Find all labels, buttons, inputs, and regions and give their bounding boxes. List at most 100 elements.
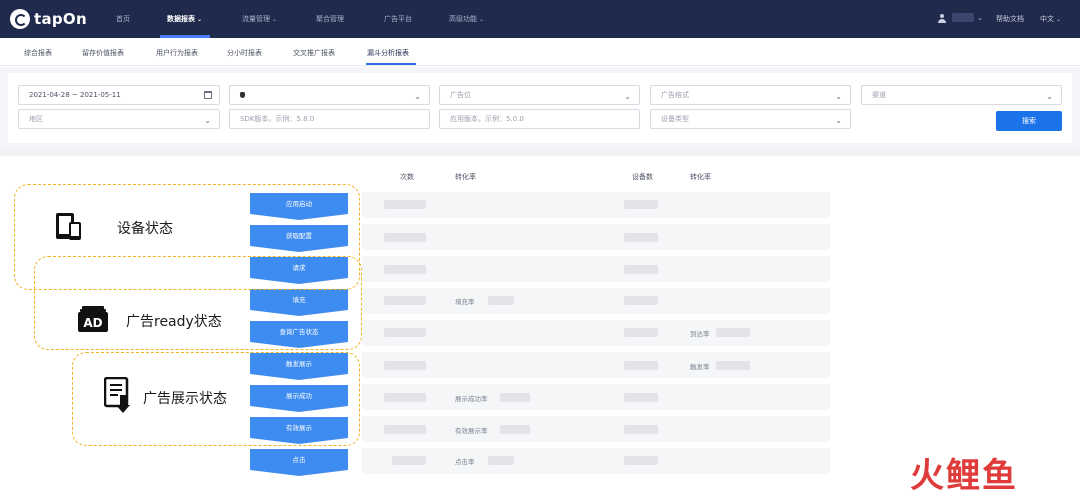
redacted-value	[624, 393, 658, 402]
chevron-down-icon: ⌄	[1056, 16, 1062, 23]
date-range-picker[interactable]: 2021-04-28 ~ 2021-05-11	[18, 85, 220, 105]
redacted-value	[488, 456, 514, 465]
device-status-label: 设备状态	[117, 221, 173, 237]
redacted-value	[384, 265, 426, 274]
tab-cross-promotion-report[interactable]: 交叉推广报表	[293, 48, 335, 58]
redacted-value	[384, 200, 426, 209]
ad-ready-status-label: 广告ready状态	[126, 314, 222, 330]
step-click: 点击	[250, 449, 348, 476]
redacted-value	[384, 393, 426, 402]
language-selector[interactable]: 中文 ⌄	[1040, 14, 1061, 24]
chevron-down-icon: ⌄	[272, 16, 278, 23]
search-button[interactable]: 搜索	[996, 111, 1062, 131]
fill-rate-label: 填充率	[455, 298, 475, 306]
column-header-count: 次数	[400, 173, 414, 181]
platform-select[interactable]: ⌄	[229, 85, 430, 105]
region-select[interactable]: 地区 ⌄	[18, 109, 220, 129]
watermark-logo: 火鲤鱼	[910, 456, 1018, 494]
tab-funnel-analysis-report[interactable]: 漏斗分析报表	[367, 48, 409, 58]
chevron-down-icon: ⌄	[624, 92, 631, 101]
placement-select[interactable]: 广告位 ⌄	[439, 85, 640, 105]
tapon-logo-icon	[10, 9, 30, 29]
nav-item-home[interactable]: 首页	[116, 14, 130, 24]
calendar-icon	[204, 91, 212, 99]
redacted-value	[500, 393, 530, 402]
ad-icon: AD	[78, 306, 108, 332]
sdk-version-input[interactable]: SDK版本，示例：5.8.0	[229, 109, 430, 129]
date-range-value: 2021-04-28 ~ 2021-05-11	[29, 91, 121, 99]
apple-icon	[240, 92, 245, 98]
nav-item-advanced-label: 高级功能	[449, 15, 477, 23]
redacted-value	[384, 328, 426, 337]
sdk-version-placeholder: SDK版本，示例：5.8.0	[240, 115, 315, 123]
brand-logo[interactable]: tapOn	[10, 9, 87, 29]
chevron-down-icon: ⌄	[197, 16, 203, 23]
tab-retention-value-report[interactable]: 留存价值报表	[82, 48, 124, 58]
sub-tab-active-indicator	[366, 63, 416, 65]
account-name-redacted[interactable]	[952, 13, 974, 22]
device-type-placeholder: 设备类型	[661, 115, 689, 123]
language-label: 中文	[1040, 15, 1054, 23]
nav-item-advanced[interactable]: 高级功能 ⌄	[449, 14, 484, 24]
ad-ready-status-group	[34, 256, 362, 350]
column-header-conversion-rate: 转化率	[455, 173, 476, 181]
redacted-value	[384, 296, 426, 305]
redacted-value	[384, 233, 426, 242]
svg-text:AD: AD	[83, 316, 102, 330]
table-row	[362, 320, 830, 346]
section-divider	[0, 149, 1080, 156]
filter-panel	[8, 73, 1072, 143]
device-type-select[interactable]: 设备类型 ⌄	[650, 109, 851, 129]
top-navigation-bar: tapOn 首页 数据报表 ⌄ 流量管理 ⌄ 聚合管理 广告平台 高级功能 ⌄ ⌄ 帮…	[0, 0, 1080, 38]
redacted-value	[716, 328, 750, 337]
trigger-rate-label: 触发率	[690, 363, 710, 371]
redacted-value	[500, 425, 530, 434]
ad-display-status-label: 广告展示状态	[143, 391, 227, 407]
account-dropdown-caret[interactable]: ⌄	[977, 14, 983, 22]
tab-user-behavior-report[interactable]: 用户行为报表	[156, 48, 198, 58]
redacted-value	[384, 361, 426, 370]
column-header-device-conversion-rate: 转化率	[690, 173, 711, 181]
nav-item-reports-label: 数据报表	[167, 15, 195, 23]
app-version-placeholder: 应用版本，示例：5.0.0	[450, 115, 524, 123]
app-version-input[interactable]: 应用版本，示例：5.0.0	[439, 109, 640, 129]
report-sub-tabs: 综合报表 留存价值报表 用户行为报表 分小时报表 交叉推广报表 漏斗分析报表	[0, 38, 1080, 66]
channel-placeholder: 渠道	[872, 91, 886, 99]
table-row	[362, 352, 830, 378]
channel-select[interactable]: 渠道 ⌄	[861, 85, 1062, 105]
nav-item-traffic-label: 流量管理	[242, 15, 270, 23]
column-header-device-count: 设备数	[632, 173, 653, 181]
redacted-value	[624, 296, 658, 305]
chevron-down-icon: ⌄	[835, 116, 842, 125]
help-docs-link[interactable]: 帮助文档	[996, 14, 1024, 24]
table-row	[362, 288, 830, 314]
table-row	[362, 384, 830, 410]
funnel-report-page: tapOn 首页 数据报表 ⌄ 流量管理 ⌄ 聚合管理 广告平台 高级功能 ⌄ ⌄ 帮…	[0, 0, 1080, 494]
nav-item-traffic[interactable]: 流量管理 ⌄	[242, 14, 277, 24]
click-rate-label: 点击率	[455, 458, 475, 466]
region-placeholder: 地区	[29, 115, 43, 123]
redacted-value	[716, 361, 750, 370]
user-icon[interactable]	[938, 14, 946, 23]
nav-item-ad-platform[interactable]: 广告平台	[384, 14, 412, 24]
valid-show-rate-label: 有效展示率	[455, 427, 488, 435]
redacted-value	[384, 425, 426, 434]
ad-display-icon	[104, 377, 130, 413]
reach-rate-label: 到达率	[690, 330, 710, 338]
nav-item-reports[interactable]: 数据报表 ⌄	[167, 14, 202, 24]
tab-hourly-report[interactable]: 分小时报表	[227, 48, 262, 58]
chevron-down-icon: ⌄	[414, 92, 421, 101]
table-row	[362, 256, 830, 282]
show-success-rate-label: 展示成功率	[455, 395, 488, 403]
nav-item-mediation[interactable]: 聚合管理	[316, 14, 344, 24]
ad-format-select[interactable]: 广告格式 ⌄	[650, 85, 851, 105]
redacted-value	[624, 328, 658, 337]
chevron-down-icon: ⌄	[835, 92, 842, 101]
table-row	[362, 448, 830, 474]
tab-summary-report[interactable]: 综合报表	[24, 48, 52, 58]
placement-placeholder: 广告位	[450, 91, 471, 99]
redacted-value	[624, 265, 658, 274]
brand-name: tapOn	[34, 10, 87, 28]
chevron-down-icon: ⌄	[1046, 92, 1053, 101]
table-row	[362, 416, 830, 442]
